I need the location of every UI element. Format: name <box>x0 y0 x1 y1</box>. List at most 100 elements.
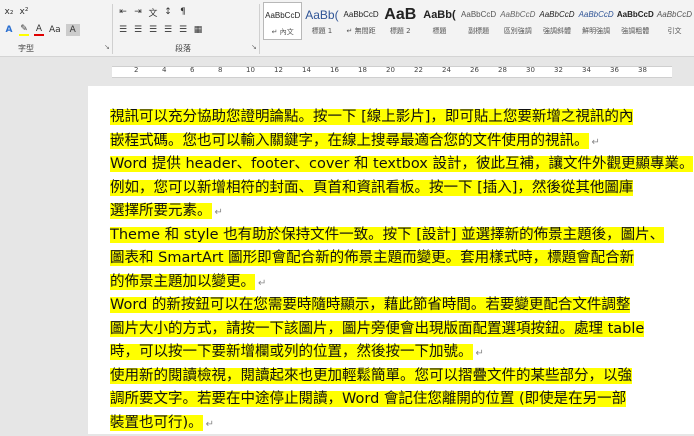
style-name: 副標題 <box>468 27 490 35</box>
ruler-number: 20 <box>386 66 395 74</box>
style-sample: AaBb( <box>305 8 339 22</box>
increase-indent-button[interactable]: ⇥ <box>133 6 143 18</box>
highlighted-text: 裝置也可行)。 <box>110 414 203 431</box>
style-tile[interactable]: AaBbCcD 強調斜體 <box>537 2 576 40</box>
ruler-number: 30 <box>526 66 535 74</box>
style-sample: AaBbCcD <box>656 10 693 19</box>
show-marks-button[interactable]: ¶ <box>178 6 188 18</box>
style-name: 強調斜體 <box>542 27 571 35</box>
document-line: 時，可以按一下要新增欄或列的位置，然後按一下加號。 ↵ <box>110 341 484 363</box>
style-sample: AaBbCcD <box>265 11 301 20</box>
highlighted-text: 圖表和 SmartArt 圖形即會配合新的佈景主題而變更。套用樣式時，標題會配合… <box>110 250 635 266</box>
style-sample: AaBbCcD <box>343 10 379 19</box>
document-line: Word 的新按鈕可以在您需要時隨時顯示，藉此節省時間。若要變更配合文件調整 <box>110 294 631 316</box>
style-tile[interactable]: AaBbCcD 區別強調 <box>498 2 537 40</box>
style-sample: AaBbCcD <box>616 10 654 19</box>
superscript-button[interactable]: x² <box>19 6 29 18</box>
style-name: 標題 2 <box>389 27 411 35</box>
font-color-button[interactable]: A <box>34 24 44 36</box>
document-line: 選擇所要元素。 ↵ <box>110 200 223 222</box>
asian-layout-button[interactable]: 文 <box>148 6 158 19</box>
style-tile[interactable]: AaBbCcD 鮮明強調 <box>577 2 616 40</box>
highlighted-text: Word 提供 header、footer、cover 和 textbox 設計… <box>110 156 694 172</box>
decrease-indent-button[interactable]: ⇤ <box>118 6 128 18</box>
ruler-number: 24 <box>442 66 451 74</box>
ruler-scale: 2 4 6 8 10 12 14 16 18 20 22 24 26 28 30 32 34 36 38 <box>112 66 672 78</box>
font-color-icon: A <box>35 24 43 34</box>
document-page[interactable]: 視訊可以充分協助您證明論點。按一下 [線上影片]，即可貼上您要新增之視訊的內 嵌程… <box>88 86 694 434</box>
group-divider <box>259 4 260 54</box>
highlighted-text: Word 的新按鈕可以在您需要時隨時顯示，藉此節省時間。若要變更配合文件調整 <box>110 297 631 313</box>
ruler-number: 38 <box>638 66 647 74</box>
align-left-button[interactable]: ☰ <box>118 24 128 36</box>
font-row-1: x₂ x² <box>4 6 29 18</box>
style-sample: AaBbCcD <box>539 10 575 19</box>
font-color-swatch <box>34 34 44 36</box>
paragraph-row-2: ☰ ☰ ☰ ☰ ☰ ▦ <box>118 24 203 36</box>
style-name: ↵ 無間距 <box>346 27 376 35</box>
font-dialog-launcher-icon[interactable]: ↘ <box>104 43 110 51</box>
document-line: 裝置也可行)。 ↵ <box>110 412 214 434</box>
style-tile[interactable]: AaBbCcD 副標題 <box>459 2 498 40</box>
highlighter-icon: ✎ <box>20 24 28 34</box>
highlight-button[interactable]: ✎ <box>19 24 29 36</box>
change-case-button[interactable]: Aa <box>49 24 61 36</box>
document-line: 嵌程式碼。您也可以輸入關鍵字，在線上搜尋最適合您的文件使用的視訊。 ↵ <box>110 130 600 152</box>
styles-gallery: AaBbCcD ↵ 內文 AaBb(標題 1 AaBbCcD ↵ 無間距 AaB 標題 2A… <box>263 2 694 40</box>
paragraph-mark-icon: ↵ <box>214 207 223 218</box>
highlighted-text: 視訊可以充分協助您證明論點。按一下 [線上影片]，即可貼上您要新增之視訊的內 <box>110 109 634 125</box>
highlighted-text: 嵌程式碼。您也可以輸入關鍵字，在線上搜尋最適合您的文件使用的視訊。 <box>110 132 589 149</box>
style-sample: AaBbCcD <box>578 10 614 19</box>
document-line: Word 提供 header、footer、cover 和 textbox 設計… <box>110 153 694 175</box>
style-tile[interactable]: AaBb(標題 <box>420 2 459 40</box>
paragraph-mark-icon: ↵ <box>258 277 267 289</box>
style-tile[interactable]: AaBbCcD 強調粗體 <box>616 2 655 40</box>
document-line: 例如，您可以新增相符的封面、頁首和資訊看板。按一下 [插入]，然後從其他圖庫 <box>110 177 634 199</box>
font-row-2: A ✎ A Aa A <box>4 24 80 36</box>
document-line: 使用新的閱讀檢視，閱讀起來也更加輕鬆簡單。您可以摺疊文件的某些部分，以強 <box>110 365 632 387</box>
ruler-number: 6 <box>190 66 195 74</box>
ruler-number: 4 <box>162 66 167 74</box>
ruler-number: 10 <box>246 66 255 74</box>
style-name: 標題 <box>432 27 447 35</box>
highlighted-text: Theme 和 style 也有助於保持文件一致。按下 [設計] 並選擇新的佈景… <box>110 226 665 243</box>
style-tile[interactable]: AaBb(標題 1 <box>302 2 341 40</box>
shading-button[interactable]: ▦ <box>193 24 203 36</box>
subscript-button[interactable]: x₂ <box>4 6 14 18</box>
paragraph-mark-icon: ↵ <box>205 418 215 430</box>
paragraph-row-1: ⇤ ⇥ 文 ↕ ¶ <box>118 6 188 19</box>
highlighted-text: 選擇所要元素。 <box>110 203 212 219</box>
ruler-number: 16 <box>330 66 339 74</box>
style-sample: AaBbCcD <box>500 10 536 19</box>
paragraph-mark-icon: ↵ <box>591 136 600 148</box>
style-name: 引文 <box>667 27 682 35</box>
style-tile[interactable]: AaBbCcD ↵ 內文 <box>263 2 303 40</box>
ruler-number: 12 <box>274 66 283 74</box>
justify-button[interactable]: ☰ <box>163 24 173 36</box>
ruler-number: 14 <box>302 66 311 74</box>
highlighted-text: 調所要文字。若要在中途停止閱讀，Word 會記住您離開的位置 (即使是在另一部 <box>110 391 627 407</box>
style-tile[interactable]: AaBbCcD ↵ 無間距 <box>342 2 381 40</box>
text-effects-button[interactable]: A <box>4 24 14 36</box>
style-name: 強調粗體 <box>621 27 650 35</box>
document-line: 的佈景主題加以變更。 ↵ <box>110 271 266 293</box>
document-line: 圖片大小的方式，請按一下該圖片，圖片旁便會出現版面配置選項按鈕。處理 table <box>110 318 645 340</box>
char-shading-button[interactable]: A <box>65 24 80 36</box>
distributed-button[interactable]: ☰ <box>178 24 188 36</box>
ribbon: x₂ x² A ✎ A Aa A 字型 ↘ ⇤ ⇥ 文 ↕ ¶ ☰ ☰ ☰ ☰ … <box>0 0 694 57</box>
ruler-number: 34 <box>582 66 591 74</box>
ruler-number: 2 <box>134 66 139 74</box>
sort-button[interactable]: ↕ <box>163 6 173 18</box>
document-line: 調所要文字。若要在中途停止閱讀，Word 會記住您離開的位置 (即使是在另一部 <box>110 388 627 410</box>
horizontal-ruler[interactable]: 2 4 6 8 10 12 14 16 18 20 22 24 26 28 30 32 34 36 38 <box>0 62 694 79</box>
style-name: 鮮明強調 <box>582 27 611 35</box>
style-name: 區別強調 <box>503 27 532 35</box>
align-right-button[interactable]: ☰ <box>148 24 158 36</box>
style-tile[interactable]: AaB 標題 2 <box>381 2 420 40</box>
align-center-button[interactable]: ☰ <box>133 24 143 36</box>
style-sample: AaBbCcD <box>461 10 497 19</box>
paragraph-dialog-launcher-icon[interactable]: ↘ <box>251 43 257 51</box>
document-line: 圖表和 SmartArt 圖形即會配合新的佈景主題而變更。套用樣式時，標題會配合… <box>110 247 635 269</box>
style-tile[interactable]: AaBbCcD 引文 <box>655 2 694 40</box>
document-line: Theme 和 style 也有助於保持文件一致。按下 [設計] 並選擇新的佈景… <box>110 224 665 246</box>
